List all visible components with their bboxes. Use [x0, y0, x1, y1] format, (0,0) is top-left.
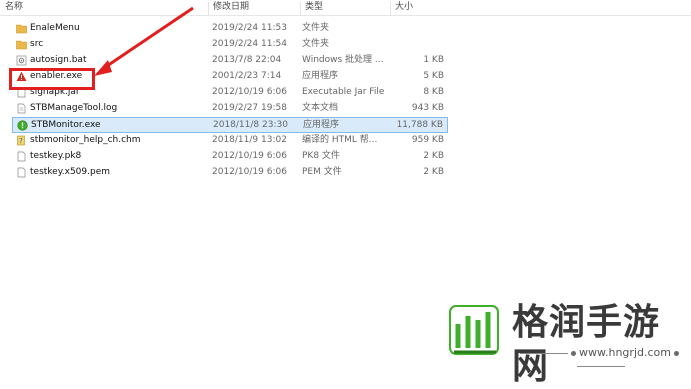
watermark-title: 格润手游网 — [512, 302, 661, 387]
watermark-url-line: www.hngrjd.com — [516, 346, 686, 372]
watermark-url: www.hngrjd.com — [579, 346, 671, 359]
watermark-logo-icon — [449, 305, 499, 355]
watermark: 格润手游网 www.hngrjd.com — [444, 298, 689, 387]
